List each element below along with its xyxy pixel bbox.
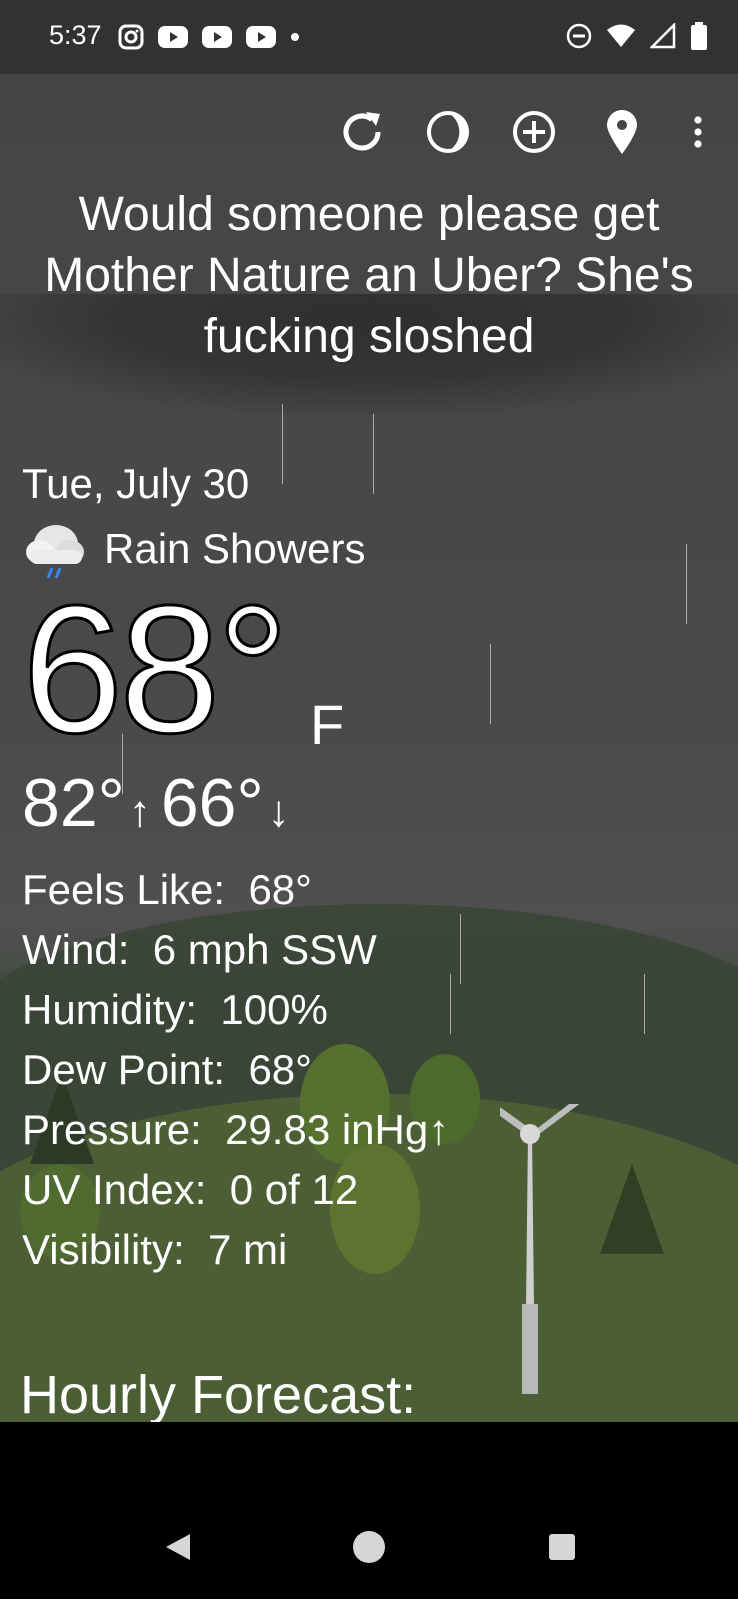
- add-location-icon: [513, 111, 555, 153]
- status-bar: 5:37: [0, 0, 738, 74]
- weather-app: Would someone please get Mother Nature a…: [0, 74, 738, 1422]
- detail-value: 7 mi: [207, 1226, 288, 1273]
- status-time: 5:37: [49, 20, 102, 50]
- more-vert-icon: [694, 116, 702, 148]
- rain-drop: [373, 414, 374, 494]
- forecast-date: Tue, July 30: [22, 460, 250, 507]
- youtube-icon: [202, 26, 232, 48]
- back-button[interactable]: [152, 1522, 202, 1572]
- system-icons: [566, 22, 708, 50]
- rain-drop: [450, 974, 451, 1034]
- detail-wind: Wind: 6 mph SSW: [22, 920, 449, 980]
- detail-value: 0 of 12: [229, 1166, 359, 1213]
- battery-icon: [691, 22, 707, 50]
- refresh-button[interactable]: [334, 104, 390, 160]
- detail-label: Visibility:: [22, 1226, 185, 1273]
- up-arrow-icon: ↑: [128, 787, 151, 836]
- location-button[interactable]: [594, 104, 650, 160]
- dnd-icon: [566, 23, 592, 49]
- detail-value: 68°: [248, 1046, 312, 1093]
- detail-label: UV Index:: [22, 1166, 207, 1213]
- weather-headline: Would someone please get Mother Nature a…: [44, 188, 694, 363]
- temperature-unit: F: [310, 693, 345, 756]
- signal-icon: [650, 23, 676, 49]
- moon-phase-icon: [427, 111, 469, 153]
- recents-button[interactable]: [537, 1522, 587, 1572]
- add-location-button[interactable]: [506, 104, 562, 160]
- rain-drop: [282, 404, 283, 484]
- detail-dew-point: Dew Point: 68°: [22, 1040, 449, 1100]
- rain-drop: [644, 974, 645, 1034]
- detail-visibility: Visibility: 7 mi: [22, 1220, 449, 1280]
- detail-uv-index: UV Index: 0 of 12: [22, 1160, 449, 1220]
- detail-label: Dew Point:: [22, 1046, 226, 1093]
- detail-label: Humidity:: [22, 986, 198, 1033]
- wifi-icon: [607, 24, 635, 47]
- moon-phase-button[interactable]: [420, 104, 476, 160]
- detail-pressure: Pressure: 29.83 inHg↑: [22, 1100, 449, 1160]
- condition-text: Rain Showers: [104, 525, 366, 572]
- recents-icon: [549, 1534, 575, 1560]
- detail-feels-like: Feels Like: 68°: [22, 860, 449, 920]
- wind-turbine: [500, 1104, 580, 1394]
- rain-drop: [460, 914, 461, 984]
- instagram-icon: [118, 24, 144, 50]
- weather-details: Feels Like: 68° Wind: 6 mph SSW Humidity…: [22, 860, 449, 1280]
- rain-drop: [686, 544, 687, 624]
- dot-icon: [291, 33, 299, 41]
- high-low-row: 82° ↑ 66° ↓: [22, 764, 300, 842]
- home-icon: [353, 1531, 385, 1563]
- high-temperature: 82°: [22, 765, 125, 841]
- rain-drop: [490, 644, 491, 724]
- detail-value: 6 mph SSW: [152, 926, 377, 973]
- location-pin-icon: [607, 110, 637, 154]
- home-button[interactable]: [344, 1522, 394, 1572]
- notification-icons: [118, 24, 300, 50]
- detail-label: Pressure:: [22, 1106, 202, 1153]
- refresh-icon: [343, 112, 381, 151]
- detail-value: 68°: [248, 866, 312, 913]
- detail-humidity: Humidity: 100%: [22, 980, 449, 1040]
- hourly-forecast-title: Hourly Forecast:: [20, 1365, 417, 1422]
- detail-value: 29.83 inHg↑: [225, 1106, 450, 1153]
- toolbar: [0, 104, 738, 160]
- detail-label: Feels Like:: [22, 866, 226, 913]
- back-icon: [166, 1534, 190, 1560]
- current-temperature: 68°: [20, 567, 290, 771]
- youtube-icon: [246, 26, 276, 48]
- down-arrow-icon: ↓: [267, 787, 290, 836]
- youtube-icon: [158, 26, 188, 48]
- detail-value: 100%: [220, 986, 328, 1033]
- low-temperature: 66°: [160, 765, 264, 841]
- more-options-button[interactable]: [670, 104, 726, 160]
- detail-label: Wind:: [22, 926, 130, 973]
- navigation-bar: [0, 1422, 738, 1599]
